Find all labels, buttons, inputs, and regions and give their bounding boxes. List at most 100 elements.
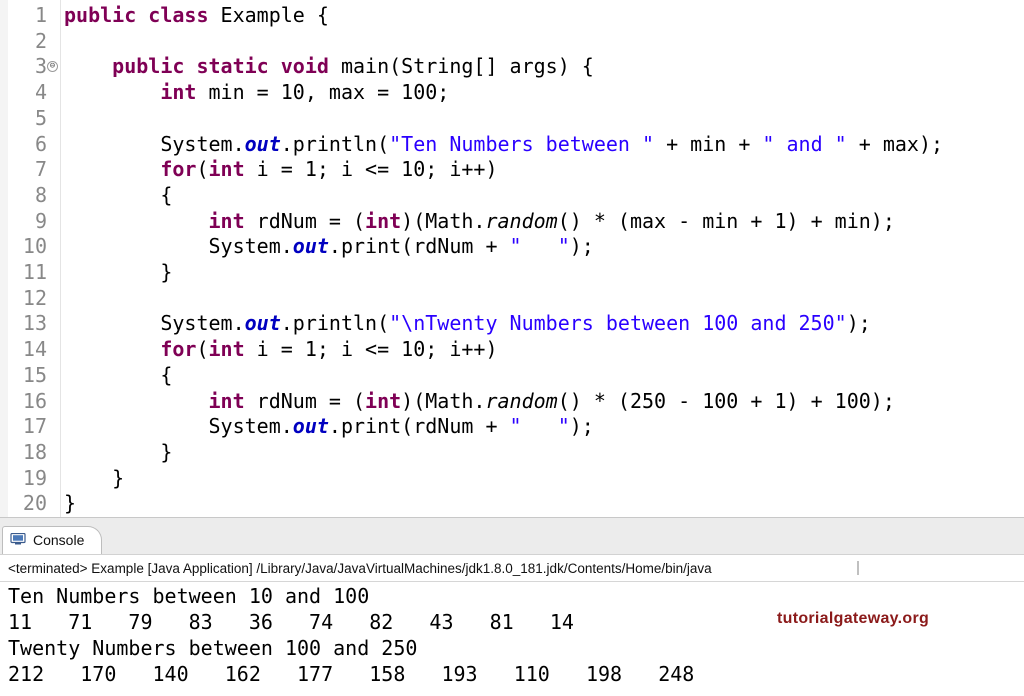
- code-token: .print(rdNum +: [329, 414, 510, 438]
- line-number: 5: [0, 105, 47, 131]
- keyword-token: int: [209, 337, 245, 361]
- line-number: 18: [0, 439, 47, 465]
- keyword-token: int: [365, 389, 401, 413]
- field-token: out: [245, 311, 281, 335]
- string-token: " ": [510, 234, 570, 258]
- string-token: "\nTwenty Numbers between 100 and 250": [389, 311, 847, 335]
- code-line: public static void main(String[] args) {: [64, 53, 594, 79]
- code-line: public class Example {: [64, 2, 329, 28]
- console-status-line: <terminated> Example [Java Application] …: [0, 555, 1024, 582]
- field-token: out: [293, 234, 329, 258]
- code-token: );: [570, 234, 594, 258]
- code-line: System.out.print(rdNum + " ");: [64, 413, 594, 439]
- code-line: System.out.println("Ten Numbers between …: [64, 131, 943, 157]
- site-watermark: tutorialgateway.org: [777, 610, 929, 628]
- line-number: 15: [0, 362, 47, 388]
- code-token: }: [64, 466, 124, 490]
- code-line: {: [64, 182, 172, 208]
- string-token: " ": [510, 414, 570, 438]
- keyword-token: int: [209, 389, 245, 413]
- code-token: {: [64, 183, 172, 207]
- method-token: random: [485, 389, 557, 413]
- code-line: }: [64, 490, 76, 516]
- code-token: i = 1; i <= 10; i++): [245, 157, 498, 181]
- code-token: (: [196, 337, 208, 361]
- code-line: int rdNum = (int)(Math.random() * (max -…: [64, 208, 895, 234]
- code-token: }: [64, 260, 172, 284]
- string-token: "Ten Numbers between ": [389, 132, 654, 156]
- code-token: System.: [64, 132, 245, 156]
- code-token: [64, 389, 209, 413]
- console-output-line: 11 71 79 83 36 74 82 43 81 14: [8, 609, 574, 635]
- code-line: {: [64, 362, 172, 388]
- console-output-line: 212 170 140 162 177 158 193 110 198 248: [8, 661, 694, 687]
- field-token: out: [245, 132, 281, 156]
- line-number: 7: [0, 156, 47, 182]
- code-line: int rdNum = (int)(Math.random() * (250 -…: [64, 388, 895, 414]
- keyword-token: static: [196, 54, 268, 78]
- line-number: 14: [0, 336, 47, 362]
- keyword-token: public: [112, 54, 184, 78]
- keyword-token: int: [365, 209, 401, 233]
- code-token: [64, 157, 160, 181]
- line-number-gutter: 123⊖4567891011121314151617181920: [0, 0, 61, 517]
- string-token: " and ": [762, 132, 846, 156]
- keyword-token: void: [281, 54, 329, 78]
- console-output-line: Ten Numbers between 10 and 100: [8, 583, 369, 609]
- code-line: for(int i = 1; i <= 10; i++): [64, 156, 498, 182]
- code-line: int min = 10, max = 100;: [64, 79, 449, 105]
- line-number: 2: [0, 28, 47, 54]
- line-number: 11: [0, 259, 47, 285]
- code-token: i = 1; i <= 10; i++): [245, 337, 498, 361]
- code-token: .println(: [281, 311, 389, 335]
- console-tab-label: Console: [33, 532, 84, 548]
- console-panel: Console <terminated> Example [Java Appli…: [0, 517, 1024, 696]
- code-token: [64, 80, 160, 104]
- code-token: {: [64, 363, 172, 387]
- code-token: [184, 54, 196, 78]
- method-token: random: [485, 209, 557, 233]
- keyword-token: int: [209, 209, 245, 233]
- keyword-token: int: [209, 157, 245, 181]
- line-number: 13: [0, 310, 47, 336]
- code-token: }: [64, 491, 76, 515]
- status-scroll-marker: [857, 561, 859, 575]
- code-token: )(Math.: [401, 389, 485, 413]
- keyword-token: class: [148, 3, 208, 27]
- line-number: 8: [0, 182, 47, 208]
- line-number: 6: [0, 131, 47, 157]
- line-number: 20: [0, 490, 47, 516]
- code-token: rdNum = (: [245, 209, 365, 233]
- code-token: [64, 54, 112, 78]
- code-token: )(Math.: [401, 209, 485, 233]
- keyword-token: int: [160, 80, 196, 104]
- console-monitor-icon: [10, 533, 26, 545]
- line-number: 4: [0, 79, 47, 105]
- fold-collapse-icon[interactable]: ⊖: [47, 61, 58, 72]
- code-line: System.out.println("\nTwenty Numbers bet…: [64, 310, 871, 336]
- code-editor[interactable]: 123⊖4567891011121314151617181920 public …: [0, 0, 1024, 517]
- keyword-token: for: [160, 337, 196, 361]
- code-line: System.out.print(rdNum + " ");: [64, 233, 594, 259]
- code-token: .println(: [281, 132, 389, 156]
- console-output-line: Twenty Numbers between 100 and 250: [8, 635, 417, 661]
- code-line: }: [64, 465, 124, 491]
- line-number: 12: [0, 285, 47, 311]
- code-token: );: [570, 414, 594, 438]
- code-token: }: [64, 440, 172, 464]
- code-token: );: [847, 311, 871, 335]
- code-token: () * (250 - 100 + 1) + 100);: [558, 389, 895, 413]
- console-tab-bar: Console: [0, 518, 1024, 555]
- field-token: out: [293, 414, 329, 438]
- code-token: [269, 54, 281, 78]
- console-tab[interactable]: Console: [2, 526, 102, 554]
- code-token: [64, 209, 209, 233]
- code-token: + min +: [654, 132, 762, 156]
- code-line: }: [64, 259, 172, 285]
- line-number: 19: [0, 465, 47, 491]
- code-token: .print(rdNum +: [329, 234, 510, 258]
- code-token: Example {: [209, 3, 329, 27]
- code-token: main(String[] args) {: [329, 54, 594, 78]
- code-token: [136, 3, 148, 27]
- code-line: for(int i = 1; i <= 10; i++): [64, 336, 498, 362]
